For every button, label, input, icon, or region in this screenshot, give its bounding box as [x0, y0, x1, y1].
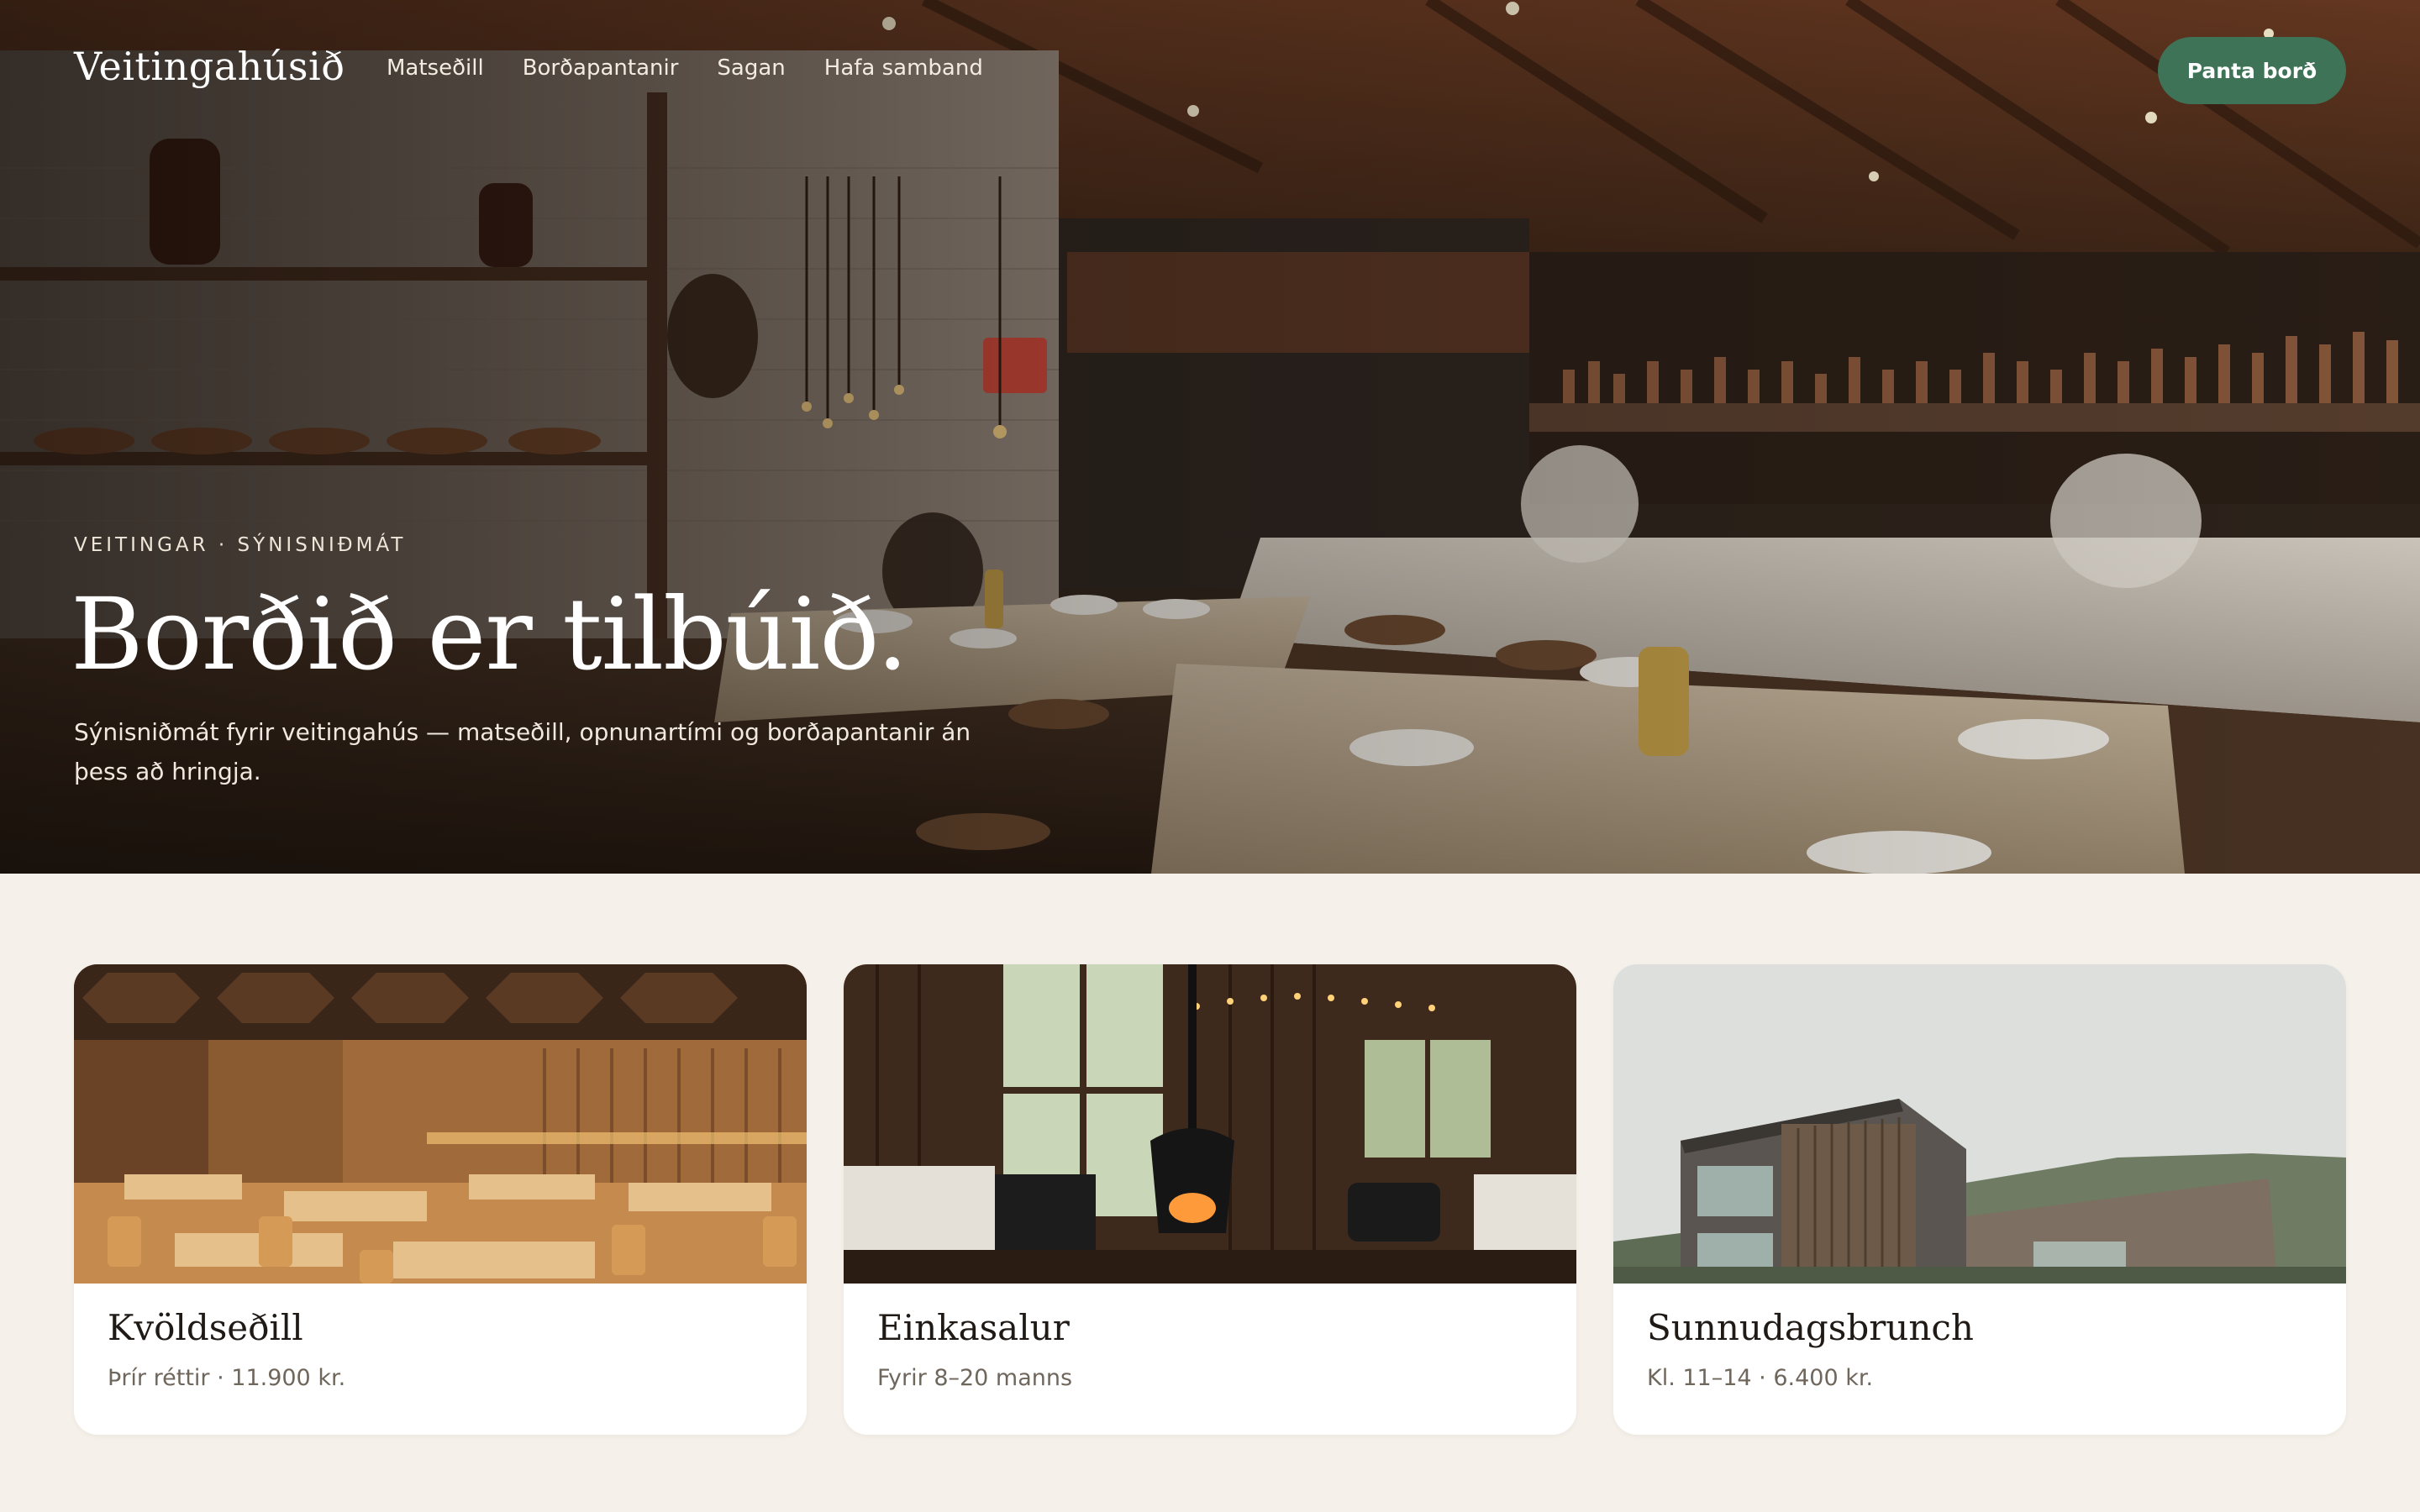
card-body: Sunnudagsbrunch Kl. 11–14 · 6.400 kr. [1613, 1284, 2346, 1391]
card-meta: Kl. 11–14 · 6.400 kr. [1647, 1365, 1874, 1391]
dining-room-image [74, 964, 807, 1284]
wooden-house-image [1613, 964, 2346, 1284]
nav-item-story[interactable]: Sagan [717, 55, 785, 81]
nav-item-menu[interactable]: Matseðill [387, 55, 484, 81]
card-dinner-menu[interactable]: Kvöldseðill Þrír réttir · 11.900 kr. [74, 964, 807, 1435]
hero: Veitingahúsið Matseðill Borðapantanir Sa… [0, 0, 2420, 874]
hero-eyebrow: VEITINGAR · SÝNISNIÐMÁT [74, 534, 407, 556]
card-meta: Þrír réttir · 11.900 kr. [108, 1365, 346, 1391]
card-title: Sunnudagsbrunch [1647, 1307, 1974, 1348]
hero-title: Borðið er tilbúið. [71, 576, 908, 692]
brand-logo[interactable]: Veitingahúsið [74, 44, 345, 89]
nav-item-reservations[interactable]: Borðapantanir [523, 55, 679, 81]
feature-cards: Kvöldseðill Þrír réttir · 11.900 kr. Ein… [74, 964, 2346, 1435]
nav-item-contact[interactable]: Hafa samband [824, 55, 983, 81]
main-nav: Matseðill Borðapantanir Sagan Hafa samba… [387, 55, 983, 81]
card-meta: Fyrir 8–20 manns [877, 1365, 1073, 1391]
cabin-fireplace-image [844, 964, 1576, 1284]
top-navigation: Veitingahúsið Matseðill Borðapantanir Sa… [0, 0, 2420, 139]
card-body: Kvöldseðill Þrír réttir · 11.900 kr. [74, 1284, 807, 1391]
card-sunday-brunch[interactable]: Sunnudagsbrunch Kl. 11–14 · 6.400 kr. [1613, 964, 2346, 1435]
card-title: Einkasalur [877, 1307, 1070, 1348]
card-private-room[interactable]: Einkasalur Fyrir 8–20 manns [844, 964, 1576, 1435]
hero-subtitle: Sýnisniðmát fyrir veitingahús — matseðil… [74, 718, 971, 785]
card-body: Einkasalur Fyrir 8–20 manns [844, 1284, 1576, 1391]
book-table-button[interactable]: Panta borð [2158, 37, 2346, 104]
card-title: Kvöldseðill [108, 1307, 303, 1348]
